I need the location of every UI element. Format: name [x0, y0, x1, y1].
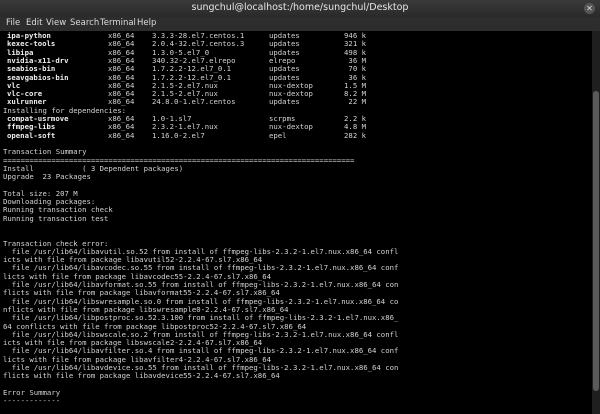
window-title: sungchul@localhost:/home/sungchul/Deskto…	[191, 2, 409, 13]
menu-file[interactable]: File	[6, 18, 20, 28]
menu-terminal[interactable]: Terminal	[100, 18, 136, 28]
package-repo: epel	[269, 130, 287, 140]
terminal-window: sungchul@localhost:/home/sungchul/Deskto…	[0, 0, 600, 414]
package-size: 282 k	[344, 130, 366, 140]
scrollbar-thumb[interactable]	[593, 91, 599, 391]
package-name: openal-soft	[7, 130, 56, 140]
title-bar: sungchul@localhost:/home/sungchul/Deskto…	[0, 0, 600, 17]
menu-help[interactable]: Help	[137, 18, 156, 28]
terminal-output[interactable]: ipa-python x86_64 3.3.3-28.el7.centos.1 upd…	[0, 31, 592, 414]
package-version: 24.8.0-1.el7.centos	[152, 97, 236, 107]
terminal-line: -------------	[3, 396, 61, 406]
terminal-line: flicts with file from package libavdevic…	[3, 371, 280, 381]
close-icon[interactable]: ✕	[584, 3, 595, 14]
terminal-line: Running transaction test	[3, 213, 109, 223]
package-repo: updates	[269, 97, 300, 107]
package-version: 1.16.0-2.el7	[152, 130, 205, 140]
menu-edit[interactable]: Edit	[26, 18, 42, 28]
menu-bar: File Edit View Search Terminal Help	[0, 17, 600, 31]
terminal-line: Upgrade 23 Packages	[3, 172, 91, 182]
menu-search[interactable]: Search	[70, 18, 99, 28]
vertical-scrollbar[interactable]	[592, 31, 600, 414]
menu-view[interactable]: View	[46, 18, 66, 28]
package-arch: x86_64	[108, 130, 135, 140]
package-size: 22 M	[348, 97, 366, 107]
